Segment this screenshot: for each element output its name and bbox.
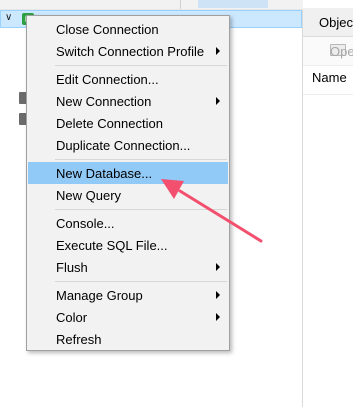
menu-item-label: Refresh — [56, 332, 102, 347]
chevron-down-icon[interactable]: ∨ — [5, 13, 15, 23]
submenu-arrow-icon — [216, 47, 220, 55]
menu-item-label: New Connection — [56, 94, 152, 109]
menu-item-label: Close Connection — [56, 22, 159, 37]
menu-item-label: New Query — [56, 188, 122, 203]
menu-item-label: Delete Connection — [56, 116, 163, 131]
menu-item-flush[interactable]: Flush — [28, 256, 228, 278]
object-pane: Objects Open Name — [303, 0, 353, 407]
menu-item-color[interactable]: Color — [28, 306, 228, 328]
navigation-header-strip — [0, 0, 303, 10]
context-menu: Close Connection Switch Connection Profi… — [26, 15, 230, 351]
menu-item-label: Duplicate Connection... — [56, 138, 191, 153]
menu-separator — [55, 209, 227, 210]
menu-item-label: Edit Connection... — [56, 72, 159, 87]
menu-item-label: Execute SQL File... — [56, 238, 168, 253]
menu-item-new-database[interactable]: New Database... — [28, 162, 228, 184]
menu-item-label: Console... — [56, 216, 115, 231]
column-divider — [303, 94, 353, 95]
menu-item-console[interactable]: Console... — [28, 212, 228, 234]
menu-item-manage-group[interactable]: Manage Group — [28, 284, 228, 306]
tab-objects-label: Objects — [319, 15, 353, 30]
menu-item-label: Color — [56, 310, 88, 325]
menu-item-label: Flush — [56, 260, 88, 275]
menu-separator — [55, 65, 227, 66]
menu-item-label: Manage Group — [56, 288, 143, 303]
menu-item-switch-connection-profile[interactable]: Switch Connection Profile — [28, 40, 228, 62]
tab-objects[interactable]: Objects — [303, 8, 353, 37]
column-header-name[interactable]: Name — [312, 70, 347, 85]
menu-item-duplicate-connection[interactable]: Duplicate Connection... — [28, 134, 228, 156]
menu-item-label: Switch Connection Profile — [56, 44, 205, 59]
header-highlight — [198, 0, 268, 8]
menu-item-close-connection[interactable]: Close Connection — [28, 18, 228, 40]
open-button[interactable]: Open — [330, 44, 353, 59]
menu-item-edit-connection[interactable]: Edit Connection... — [28, 68, 228, 90]
submenu-arrow-icon — [216, 263, 220, 271]
menu-item-execute-sql-file[interactable]: Execute SQL File... — [28, 234, 228, 256]
header-divider — [180, 0, 181, 9]
object-toolbar: Open — [303, 37, 353, 66]
submenu-arrow-icon — [216, 313, 220, 321]
menu-separator — [55, 159, 227, 160]
menu-item-new-connection[interactable]: New Connection — [28, 90, 228, 112]
menu-item-new-query[interactable]: New Query — [28, 184, 228, 206]
menu-separator — [55, 281, 227, 282]
submenu-arrow-icon — [216, 291, 220, 299]
menu-item-delete-connection[interactable]: Delete Connection — [28, 112, 228, 134]
menu-item-refresh[interactable]: Refresh — [28, 328, 228, 350]
menu-item-label: New Database... — [56, 166, 153, 181]
submenu-arrow-icon — [216, 97, 220, 105]
